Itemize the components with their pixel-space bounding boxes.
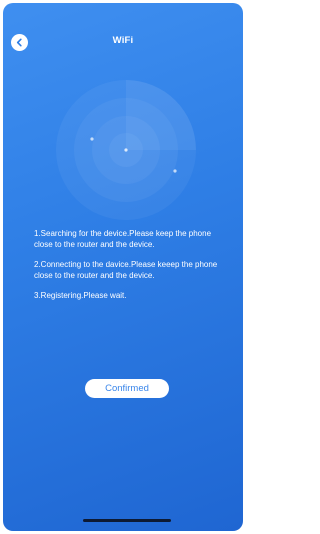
home-indicator (83, 519, 171, 522)
screen: WiFi 1.Searching for the device.Please k… (3, 3, 243, 531)
confirmed-button[interactable]: Confirmed (85, 379, 169, 398)
header-bar: WiFi (3, 31, 243, 55)
radar-scan-graphic (56, 80, 196, 220)
step-connecting: 2.Connecting to the davice.Please keeep … (34, 260, 218, 280)
step-registering: 3.Registering.Please wait. (34, 291, 127, 300)
progress-steps: 1.Searching for the device.Please keep t… (34, 229, 228, 312)
step-searching: 1.Searching for the device.Please keep t… (34, 229, 212, 249)
page-title: WiFi (112, 35, 134, 46)
